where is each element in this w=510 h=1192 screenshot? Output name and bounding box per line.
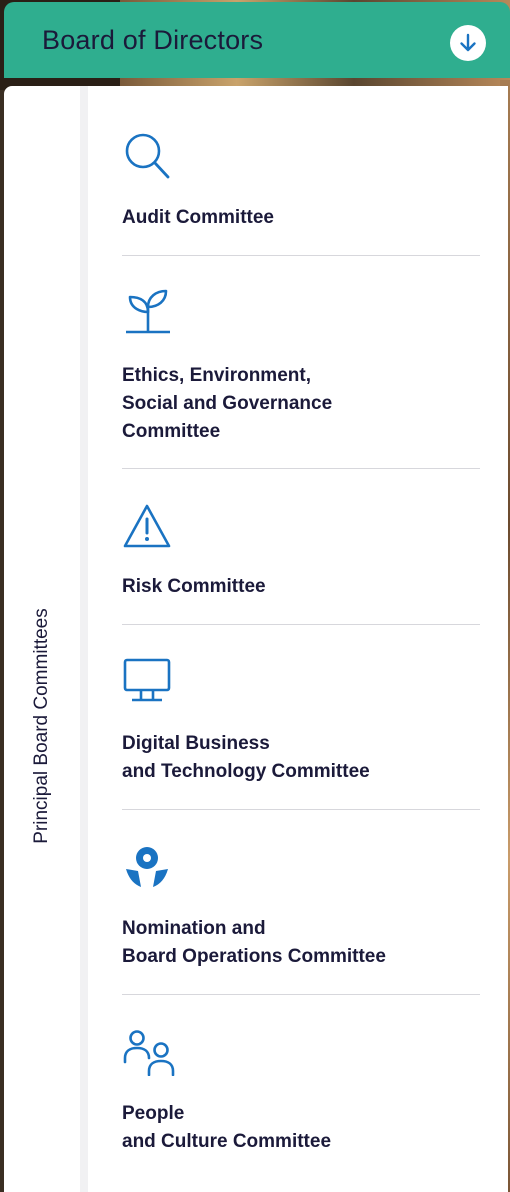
- committee-panel: Audit Committee Ethics, Environment, Soc…: [88, 86, 508, 1192]
- sidebar-label: Principal Board Committees: [31, 608, 52, 844]
- expand-button[interactable]: [450, 25, 486, 61]
- header-title: Board of Directors: [42, 24, 264, 55]
- committee-item-audit[interactable]: Audit Committee: [122, 126, 480, 236]
- committee-label: Audit Committee: [122, 207, 274, 228]
- committee-item-digital[interactable]: Digital Business and Technology Committe…: [122, 651, 480, 791]
- divider: [122, 624, 480, 625]
- divider: [122, 994, 480, 995]
- warning-triangle-icon: [123, 504, 171, 548]
- board-of-directors-header[interactable]: Board of Directors: [4, 2, 510, 78]
- nomination-logo-icon: [126, 847, 168, 887]
- divider: [122, 255, 480, 256]
- committee-label: Digital Business and Technology Committe…: [122, 733, 370, 782]
- sprout-icon: [126, 289, 170, 334]
- committee-item-ethics[interactable]: Ethics, Environment, Social and Governan…: [122, 281, 480, 456]
- committee-item-nomination[interactable]: Nomination and Board Operations Committe…: [122, 836, 480, 976]
- committee-item-people[interactable]: People and Culture Committee: [122, 1021, 480, 1161]
- divider: [122, 809, 480, 810]
- committee-label: Nomination and Board Operations Committe…: [122, 918, 386, 967]
- committee-item-risk[interactable]: Risk Committee: [122, 496, 480, 606]
- divider: [122, 468, 480, 469]
- committee-label: Risk Committee: [122, 576, 266, 597]
- monitor-icon: [123, 658, 171, 702]
- magnifier-icon: [125, 133, 170, 179]
- people-icon: [123, 1030, 175, 1076]
- arrow-down-circle-icon: [460, 33, 476, 52]
- panel-separator: [80, 86, 88, 1192]
- committee-label: People and Culture Committee: [122, 1103, 332, 1152]
- sidebar: Principal Board Committees: [4, 86, 80, 1192]
- committee-label: Ethics, Environment, Social and Governan…: [122, 365, 333, 442]
